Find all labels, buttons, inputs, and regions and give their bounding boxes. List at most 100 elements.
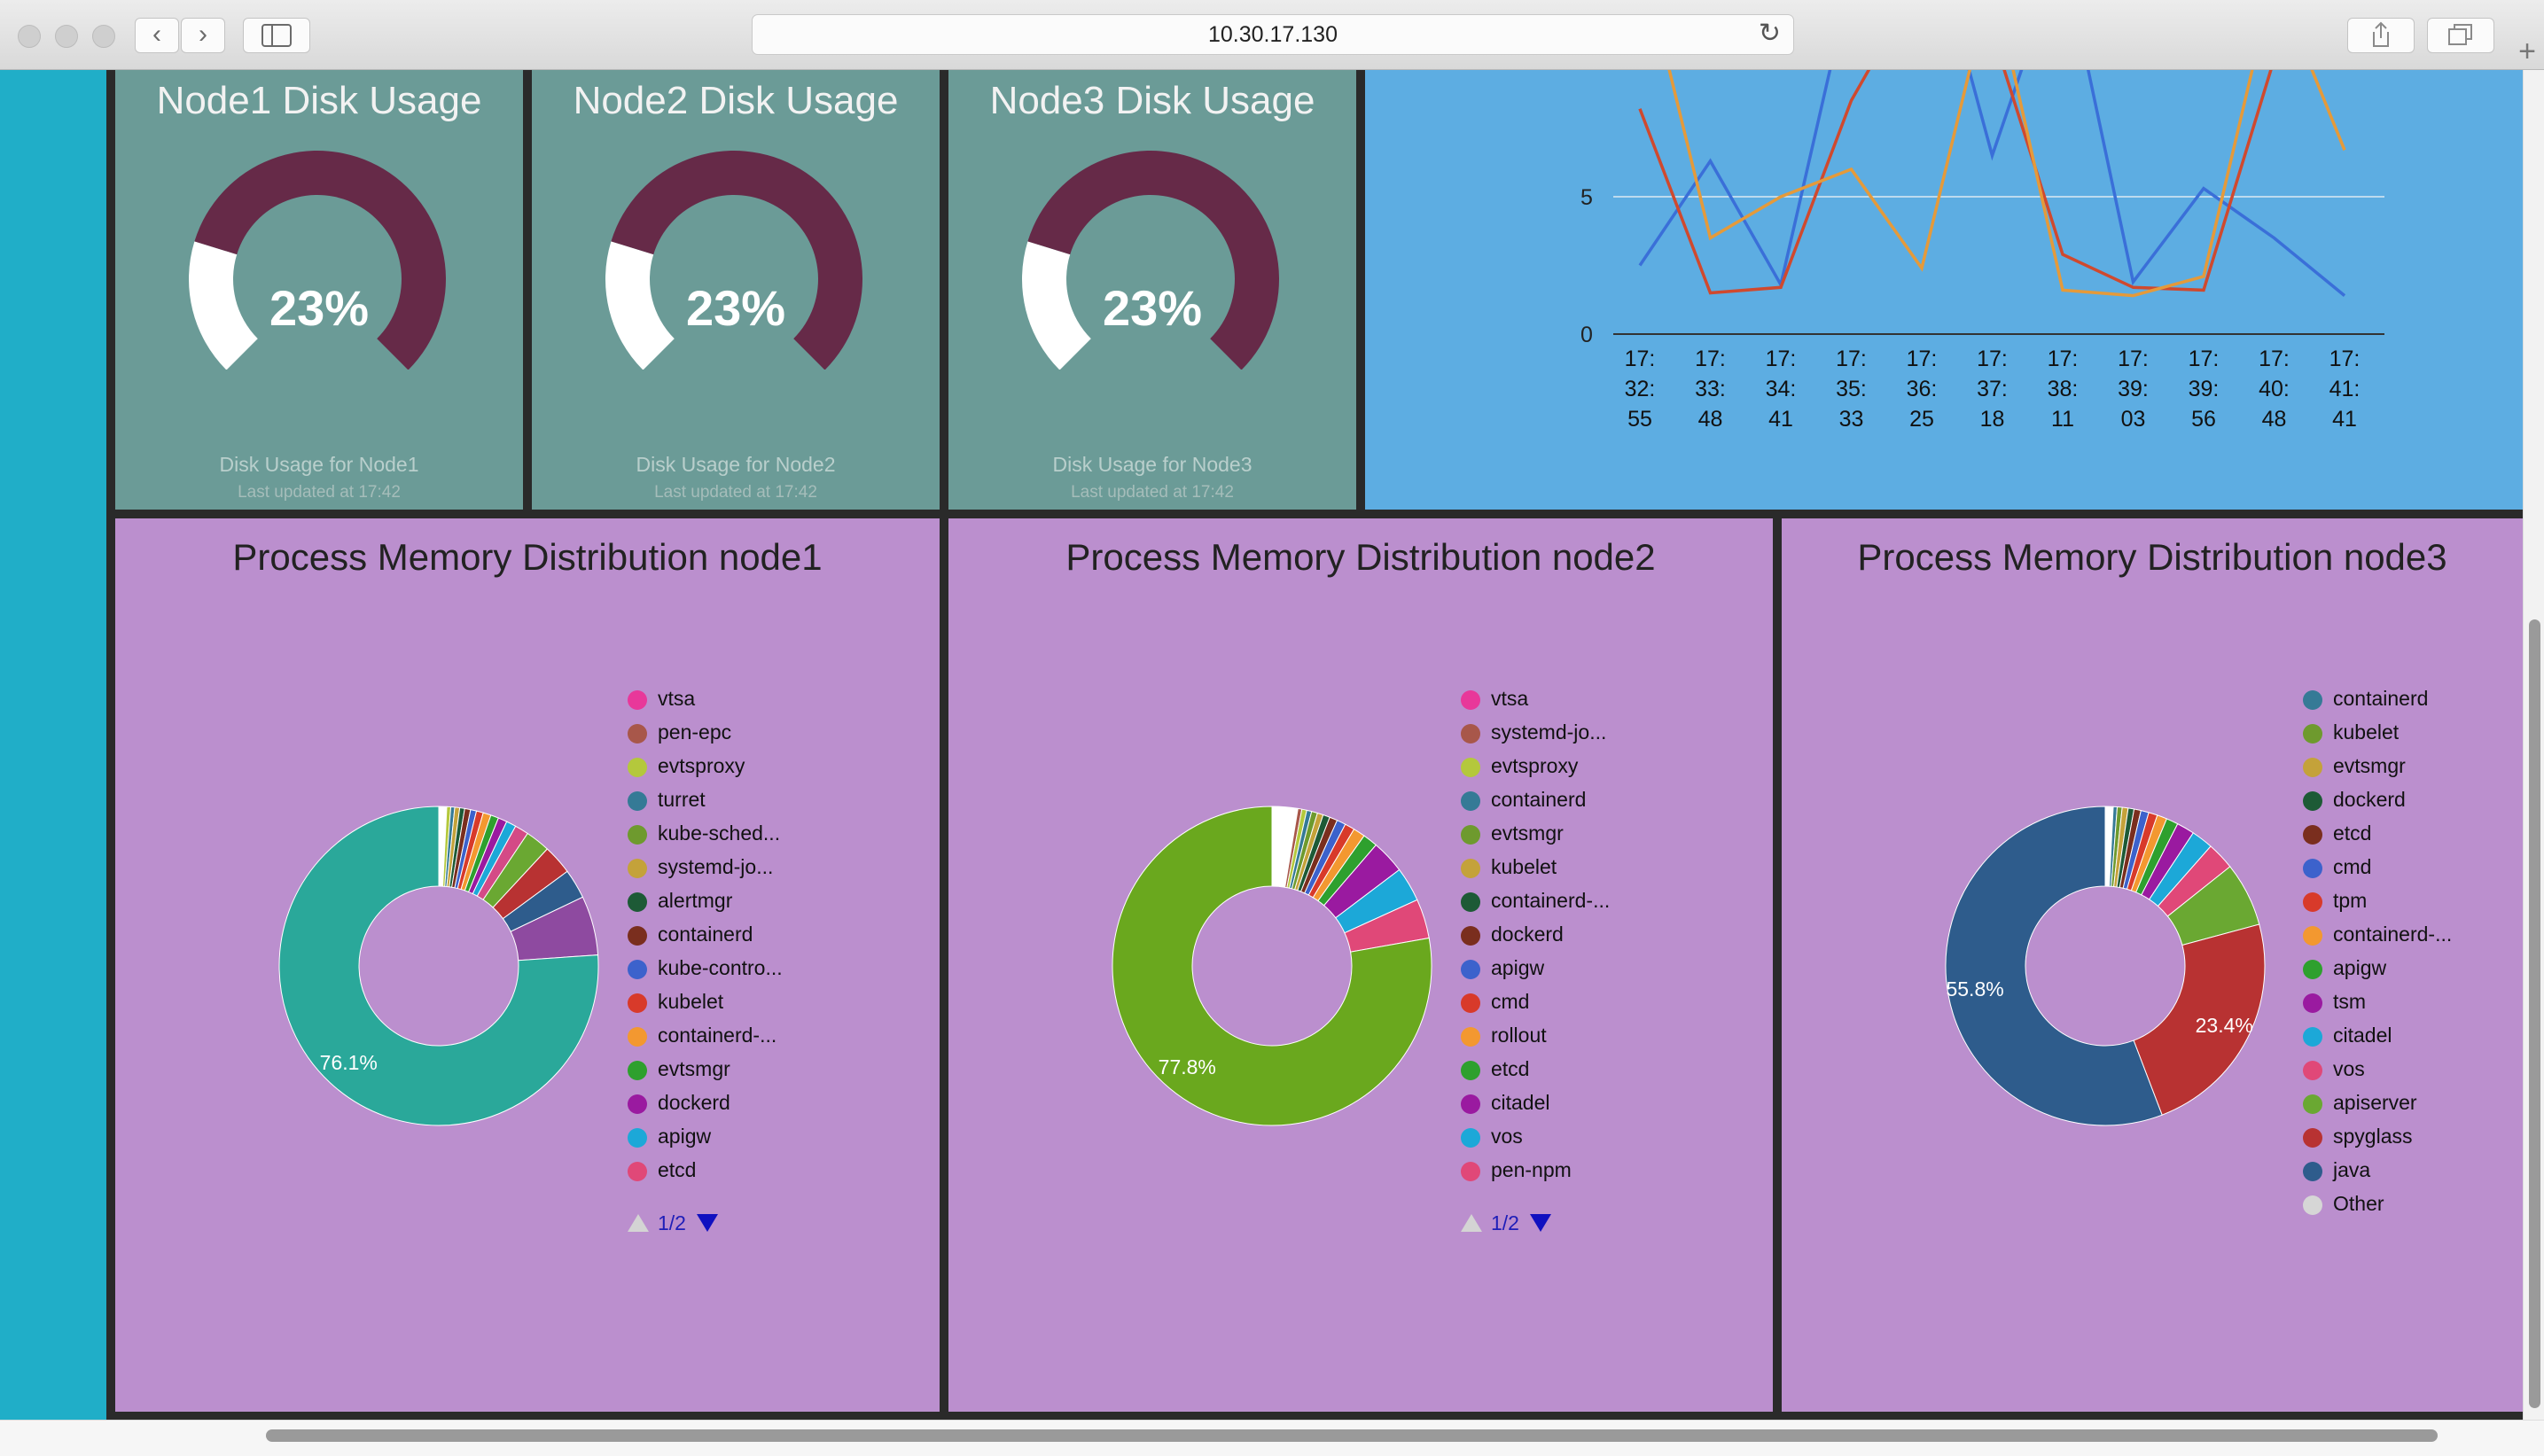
legend-label: tpm: [2333, 889, 2368, 912]
horizontal-scroll-thumb[interactable]: [266, 1429, 2438, 1442]
pie-title: Process Memory Distribution node1: [232, 536, 823, 578]
x-tick-label: 17:: [2259, 346, 2290, 371]
legend-color-swatch: [2303, 825, 2322, 845]
back-button[interactable]: ‹: [135, 18, 179, 53]
legend-color-swatch: [1461, 1128, 1480, 1148]
legend-label: kubelet: [2333, 720, 2400, 744]
gauge-value: 23%: [1102, 280, 1203, 336]
legend-page-down-icon[interactable]: [697, 1214, 718, 1232]
legend-color-swatch: [2303, 724, 2322, 744]
tabs-overview-button[interactable]: [2427, 18, 2494, 53]
forward-button[interactable]: ›: [181, 18, 225, 53]
x-tick-label: 38:: [2048, 377, 2079, 401]
gauge-last-updated: Last updated at 17:42: [654, 483, 817, 502]
legend-label: kubelet: [658, 990, 724, 1013]
x-tick-label: 36:: [1907, 377, 1938, 401]
legend-label: etcd: [658, 1158, 697, 1181]
legend-color-swatch: [628, 1027, 647, 1047]
vertical-scroll-thumb[interactable]: [2529, 619, 2540, 1408]
node1-disk-usage-panel: Node1 Disk Usage 23% Disk Usage for Node…: [115, 70, 523, 510]
legend-label: alertmgr: [658, 889, 733, 912]
legend-color-swatch: [1461, 825, 1480, 845]
x-tick-label: 32:: [1625, 377, 1656, 401]
gauge-title: Node2 Disk Usage: [573, 79, 899, 122]
sidebar-icon: [261, 24, 292, 47]
legend-label: apiserver: [2333, 1091, 2417, 1114]
legend-color-swatch: [628, 1162, 647, 1181]
x-tick-label: 37:: [1977, 377, 2008, 401]
y-tick-label: 0: [1580, 323, 1593, 347]
gauge-last-updated: Last updated at 17:42: [238, 483, 401, 502]
legend-color-swatch: [1461, 892, 1480, 912]
legend-label: dockerd: [658, 1091, 730, 1114]
legend-label: evtsproxy: [1491, 754, 1579, 777]
legend-color-swatch: [2303, 1094, 2322, 1114]
legend-label: evtsmgr: [658, 1057, 730, 1080]
x-tick-label: 39:: [2118, 377, 2149, 401]
gauge-title: Node3 Disk Usage: [989, 79, 1315, 122]
url-text: 10.30.17.130: [1208, 22, 1338, 47]
legend-color-swatch: [628, 993, 647, 1013]
legend-color-swatch: [1461, 1094, 1480, 1114]
legend-page-down-icon[interactable]: [1530, 1214, 1551, 1232]
legend-color-swatch: [1461, 960, 1480, 979]
legend-label: tsm: [2333, 990, 2367, 1013]
legend-label: kube-sched...: [658, 821, 781, 845]
node3-disk-usage-panel: Node3 Disk Usage 23% Disk Usage for Node…: [948, 70, 1356, 510]
gauge-subtitle: Disk Usage for Node3: [1052, 453, 1252, 476]
legend-color-swatch: [1461, 859, 1480, 878]
legend-label: turret: [658, 788, 706, 811]
reload-icon[interactable]: ↻: [1759, 15, 1781, 52]
pie-title: Process Memory Distribution node2: [1065, 536, 1656, 578]
legend-label: rollout: [1491, 1024, 1547, 1047]
legend-label: evtsmgr: [1491, 821, 1564, 845]
legend-page-up-icon[interactable]: [628, 1214, 649, 1232]
address-bar[interactable]: 10.30.17.130 ↻: [752, 14, 1794, 55]
slice-percent-label: 23.4%: [2195, 1014, 2253, 1038]
minimize-window-icon[interactable]: [55, 25, 78, 48]
sidebar-toggle-button[interactable]: [243, 18, 310, 53]
legend-color-swatch: [2303, 1128, 2322, 1148]
x-tick-label: 17:: [1836, 346, 1867, 371]
legend-color-swatch: [1461, 690, 1480, 710]
memory-distribution-node1-panel: Process Memory Distribution node1 76.1% vt…: [115, 518, 940, 1412]
legend-label: etcd: [2333, 821, 2372, 845]
donut-chart: [278, 806, 599, 1126]
legend-label: apigw: [658, 1125, 712, 1148]
gauge-subtitle: Disk Usage for Node2: [636, 453, 836, 476]
horizontal-scrollbar[interactable]: [0, 1420, 2544, 1456]
legend-label: containerd: [658, 923, 753, 946]
legend-color-swatch: [628, 926, 647, 946]
legend-label: vtsa: [1491, 687, 1529, 710]
gauge-title: Node1 Disk Usage: [156, 79, 482, 122]
legend-color-swatch: [1461, 1027, 1480, 1047]
legend-color-swatch: [628, 960, 647, 979]
x-tick-label: 41: [2332, 407, 2357, 432]
legend-label: containerd-...: [2333, 923, 2453, 946]
node2-disk-usage-panel: Node2 Disk Usage 23% Disk Usage for Node…: [532, 70, 940, 510]
new-tab-button[interactable]: +: [2510, 34, 2544, 69]
series-line: [1638, 70, 2346, 297]
legend-color-swatch: [1461, 926, 1480, 946]
legend-label: kubelet: [1491, 855, 1557, 878]
x-tick-label: 17:: [2118, 346, 2149, 371]
gauge-value: 23%: [685, 280, 786, 336]
series-line: [1638, 70, 2273, 295]
close-window-icon[interactable]: [18, 25, 41, 48]
legend-color-swatch: [2303, 960, 2322, 979]
legend-label: containerd-...: [1491, 889, 1611, 912]
legend-color-swatch: [2303, 791, 2322, 811]
legend-page-up-icon[interactable]: [1461, 1214, 1482, 1232]
x-tick-label: 18: [1980, 407, 2005, 432]
zoom-window-icon[interactable]: [92, 25, 115, 48]
legend-color-swatch: [2303, 1061, 2322, 1080]
legend-color-swatch: [628, 892, 647, 912]
share-button[interactable]: [2347, 18, 2415, 53]
vertical-scrollbar[interactable]: [2523, 70, 2544, 1420]
legend-label: containerd-...: [658, 1024, 777, 1047]
donut-chart: [1112, 806, 1432, 1126]
legend-label: vtsa: [658, 687, 696, 710]
memory-distribution-node2-panel: Process Memory Distribution node2 77.8% vt…: [948, 518, 1773, 1412]
legend-color-swatch: [2303, 926, 2322, 946]
legend-color-swatch: [1461, 993, 1480, 1013]
